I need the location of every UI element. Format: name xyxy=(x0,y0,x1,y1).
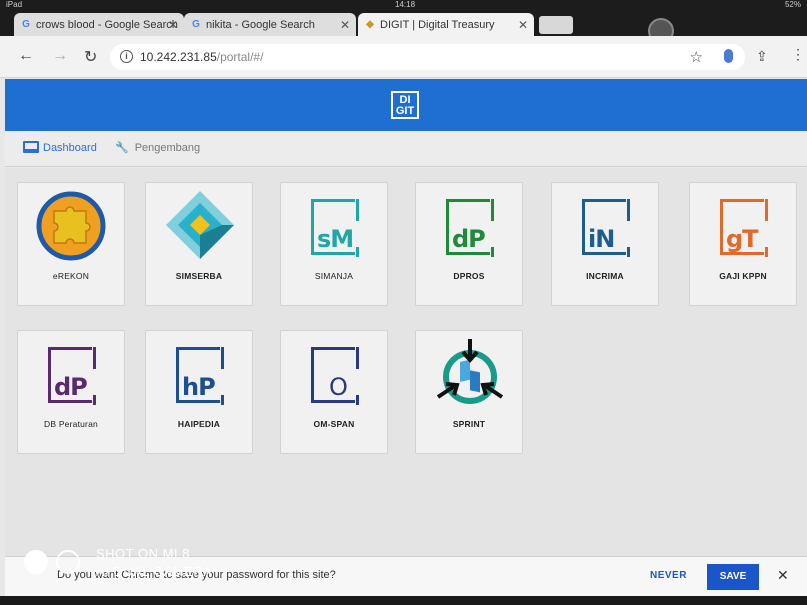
close-icon[interactable]: ✕ xyxy=(777,567,789,584)
tab-title: nikita - Google Search xyxy=(206,19,315,31)
close-tab-icon[interactable]: ✕ xyxy=(518,13,528,37)
app-label: GAJI KPPN xyxy=(719,271,767,281)
status-bar: iPad 14:18 52% xyxy=(0,0,807,10)
close-tab-icon[interactable]: ✕ xyxy=(340,13,350,37)
info-icon[interactable]: i xyxy=(120,50,133,63)
browser-tab[interactable]: G crows blood - Google Search ✕ xyxy=(14,13,184,37)
app-tile-simanja[interactable]: sM SIMANJA xyxy=(280,182,388,306)
app-label: SPRINT xyxy=(452,419,486,429)
screen: iPad 14:18 52% G crows blood - Google Se… xyxy=(0,0,807,605)
watermark-line-2: AI DUAL CAMERA xyxy=(96,564,213,579)
app-grid: eREKON SIMSERBA sM SIMANJA dP DPROS iN I… xyxy=(5,168,807,558)
app-tile-gaji-kppn[interactable]: gT GAJI KPPN xyxy=(689,182,797,306)
browser-tab[interactable]: G nikita - Google Search ✕ xyxy=(184,13,356,37)
gaji-kppn-logo-icon: gT xyxy=(720,199,768,257)
db-peraturan-logo-icon: dP xyxy=(48,347,96,405)
app-tile-simserba[interactable]: SIMSERBA xyxy=(145,182,253,306)
erekon-logo-icon xyxy=(36,191,106,261)
url-text[interactable]: 10.242.231.85/portal/#/ xyxy=(140,44,263,70)
dpros-logo-icon: dP xyxy=(446,199,494,257)
clock: 14:18 xyxy=(395,0,416,9)
browser-toolbar: ← → ↻ i 10.242.231.85/portal/#/ ☆ ⇪ ⋮ xyxy=(0,36,807,78)
tab-title: DIGIT | Digital Treasury xyxy=(380,19,495,31)
nav-pengembang[interactable]: 🔧 Pengembang xyxy=(115,141,200,155)
wrench-icon: 🔧 xyxy=(115,142,129,154)
simanja-logo-icon: sM xyxy=(311,199,359,257)
app-tile-dpros[interactable]: dP DPROS xyxy=(415,182,523,306)
battery-level: 52% xyxy=(784,0,801,9)
app-label: OM-SPAN xyxy=(313,419,355,429)
app-tile-db-peraturan[interactable]: dP DB Peraturan xyxy=(17,330,125,454)
app-tile-sprint[interactable]: SPRINT xyxy=(415,330,523,454)
tab-title: crows blood - Google Search xyxy=(36,19,178,31)
google-icon: G xyxy=(22,19,30,30)
microphone-icon[interactable] xyxy=(724,49,733,63)
never-button[interactable]: NEVER xyxy=(650,570,687,581)
incrima-logo-icon: iN xyxy=(582,199,630,257)
app-label: eREKON xyxy=(52,271,90,281)
tab-strip: G crows blood - Google Search ✕ G nikita… xyxy=(0,10,807,44)
new-tab-button[interactable] xyxy=(539,16,573,34)
app-tile-haipedia[interactable]: hP HAIPEDIA xyxy=(145,330,253,454)
treasury-icon: ◆ xyxy=(366,19,374,30)
app-label: DPROS xyxy=(453,271,485,281)
share-icon[interactable]: ⇪ xyxy=(756,48,768,65)
bottom-edge xyxy=(0,596,807,605)
nav-dashboard[interactable]: Dashboard xyxy=(23,141,97,155)
app-header: DI GIT xyxy=(5,79,807,131)
watermark-ring-icon xyxy=(56,550,80,574)
bookmark-star-icon[interactable]: ☆ xyxy=(690,48,703,66)
digit-logo[interactable]: DI GIT xyxy=(391,91,419,119)
address-bar[interactable]: i 10.242.231.85/portal/#/ ☆ xyxy=(110,44,745,70)
app-tile-incrima[interactable]: iN INCRIMA xyxy=(551,182,659,306)
app-label: SIMANJA xyxy=(314,271,354,281)
app-label: HAIPEDIA xyxy=(177,419,221,429)
watermark-dot-icon xyxy=(24,550,48,574)
menu-icon[interactable]: ⋮ xyxy=(791,46,805,63)
close-tab-icon[interactable]: ✕ xyxy=(168,13,178,37)
reload-icon[interactable]: ↻ xyxy=(84,47,97,67)
browser-tab-active[interactable]: ◆ DIGIT | Digital Treasury ✕ xyxy=(358,13,534,37)
watermark-line-1: SHOT ON MI 8 xyxy=(96,546,190,561)
device-label: iPad xyxy=(6,0,23,9)
forward-icon[interactable]: → xyxy=(52,47,68,65)
app-label: INCRIMA xyxy=(586,271,624,281)
google-icon: G xyxy=(192,19,200,30)
haipedia-logo-icon: hP xyxy=(176,347,224,405)
app-label: SIMSERBA xyxy=(175,271,223,281)
app-tile-erekon[interactable]: eREKON xyxy=(17,182,125,306)
monitor-icon xyxy=(23,141,39,153)
save-button[interactable]: SAVE xyxy=(707,564,759,590)
app-tile-om-span[interactable]: O OM-SPAN xyxy=(280,330,388,454)
app-label: DB Peraturan xyxy=(44,419,98,429)
back-icon[interactable]: ← xyxy=(18,47,34,65)
om-span-logo-icon: O xyxy=(311,347,359,405)
simserba-logo-icon xyxy=(166,191,234,259)
sprint-logo-icon xyxy=(436,339,504,404)
app-nav: Dashboard 🔧 Pengembang xyxy=(5,131,807,167)
